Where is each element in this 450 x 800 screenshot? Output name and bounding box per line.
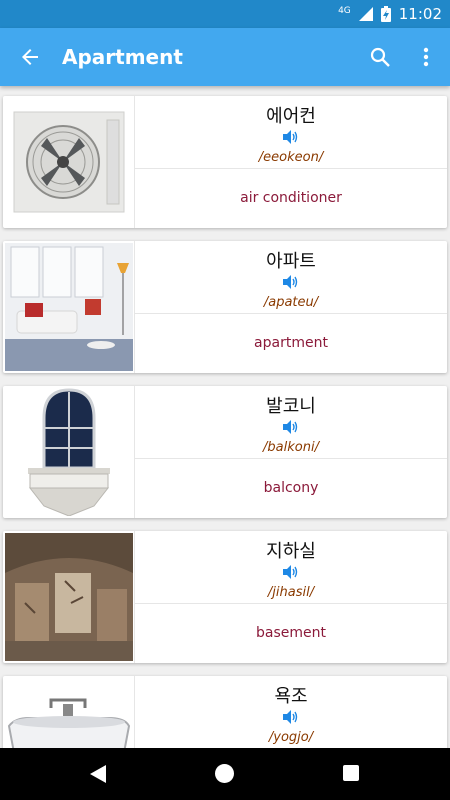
nav-back-icon[interactable]: [90, 765, 106, 783]
page-title: Apartment: [62, 45, 183, 69]
english-meaning: apartment: [254, 335, 328, 351]
air-conditioner-image: [3, 96, 135, 228]
romanization: /jihasil/: [267, 585, 315, 600]
word-list[interactable]: 에어컨 /eeokeon/ air conditioner 아파트 /apate…: [0, 86, 450, 748]
app-bar: Apartment: [0, 28, 450, 86]
english-meaning: balcony: [263, 480, 319, 496]
english-meaning: air conditioner: [240, 190, 342, 206]
word-card[interactable]: 아파트 /apateu/ apartment: [3, 241, 447, 373]
signal-icon: [358, 7, 373, 21]
more-vert-icon[interactable]: [418, 45, 434, 69]
apartment-image: [3, 241, 135, 373]
balcony-image: [3, 386, 135, 518]
romanization: /balkoni/: [263, 440, 319, 455]
clock: 11:02: [398, 5, 442, 23]
word-card[interactable]: 욕조 /yogjo/ bathtub: [3, 676, 447, 748]
nav-recents-icon[interactable]: [343, 765, 359, 781]
word-card[interactable]: 지하실 /jihasil/ basement: [3, 531, 447, 663]
korean-word: 아파트: [266, 251, 316, 272]
korean-word: 에어컨: [266, 106, 316, 127]
search-icon[interactable]: [368, 45, 392, 69]
speaker-icon[interactable]: [283, 565, 299, 579]
network-type: 4G: [338, 6, 351, 16]
romanization: /eeokeon/: [258, 150, 324, 165]
bathtub-image: [3, 676, 135, 748]
speaker-icon[interactable]: [283, 130, 299, 144]
speaker-icon[interactable]: [283, 420, 299, 434]
back-arrow-icon[interactable]: [18, 45, 42, 69]
system-nav-bar: [0, 748, 450, 800]
romanization: /yogjo/: [268, 730, 314, 745]
speaker-icon[interactable]: [283, 710, 299, 724]
nav-home-icon[interactable]: [215, 764, 234, 783]
battery-icon: [380, 6, 391, 22]
word-card[interactable]: 에어컨 /eeokeon/ air conditioner: [3, 96, 447, 228]
korean-word: 발코니: [266, 396, 316, 417]
korean-word: 욕조: [274, 686, 308, 707]
romanization: /apateu/: [263, 295, 319, 310]
status-bar: 4G 11:02: [0, 0, 450, 28]
speaker-icon[interactable]: [283, 275, 299, 289]
basement-image: [3, 531, 135, 663]
korean-word: 지하실: [266, 541, 316, 562]
english-meaning: basement: [256, 625, 326, 641]
word-card[interactable]: 발코니 /balkoni/ balcony: [3, 386, 447, 518]
